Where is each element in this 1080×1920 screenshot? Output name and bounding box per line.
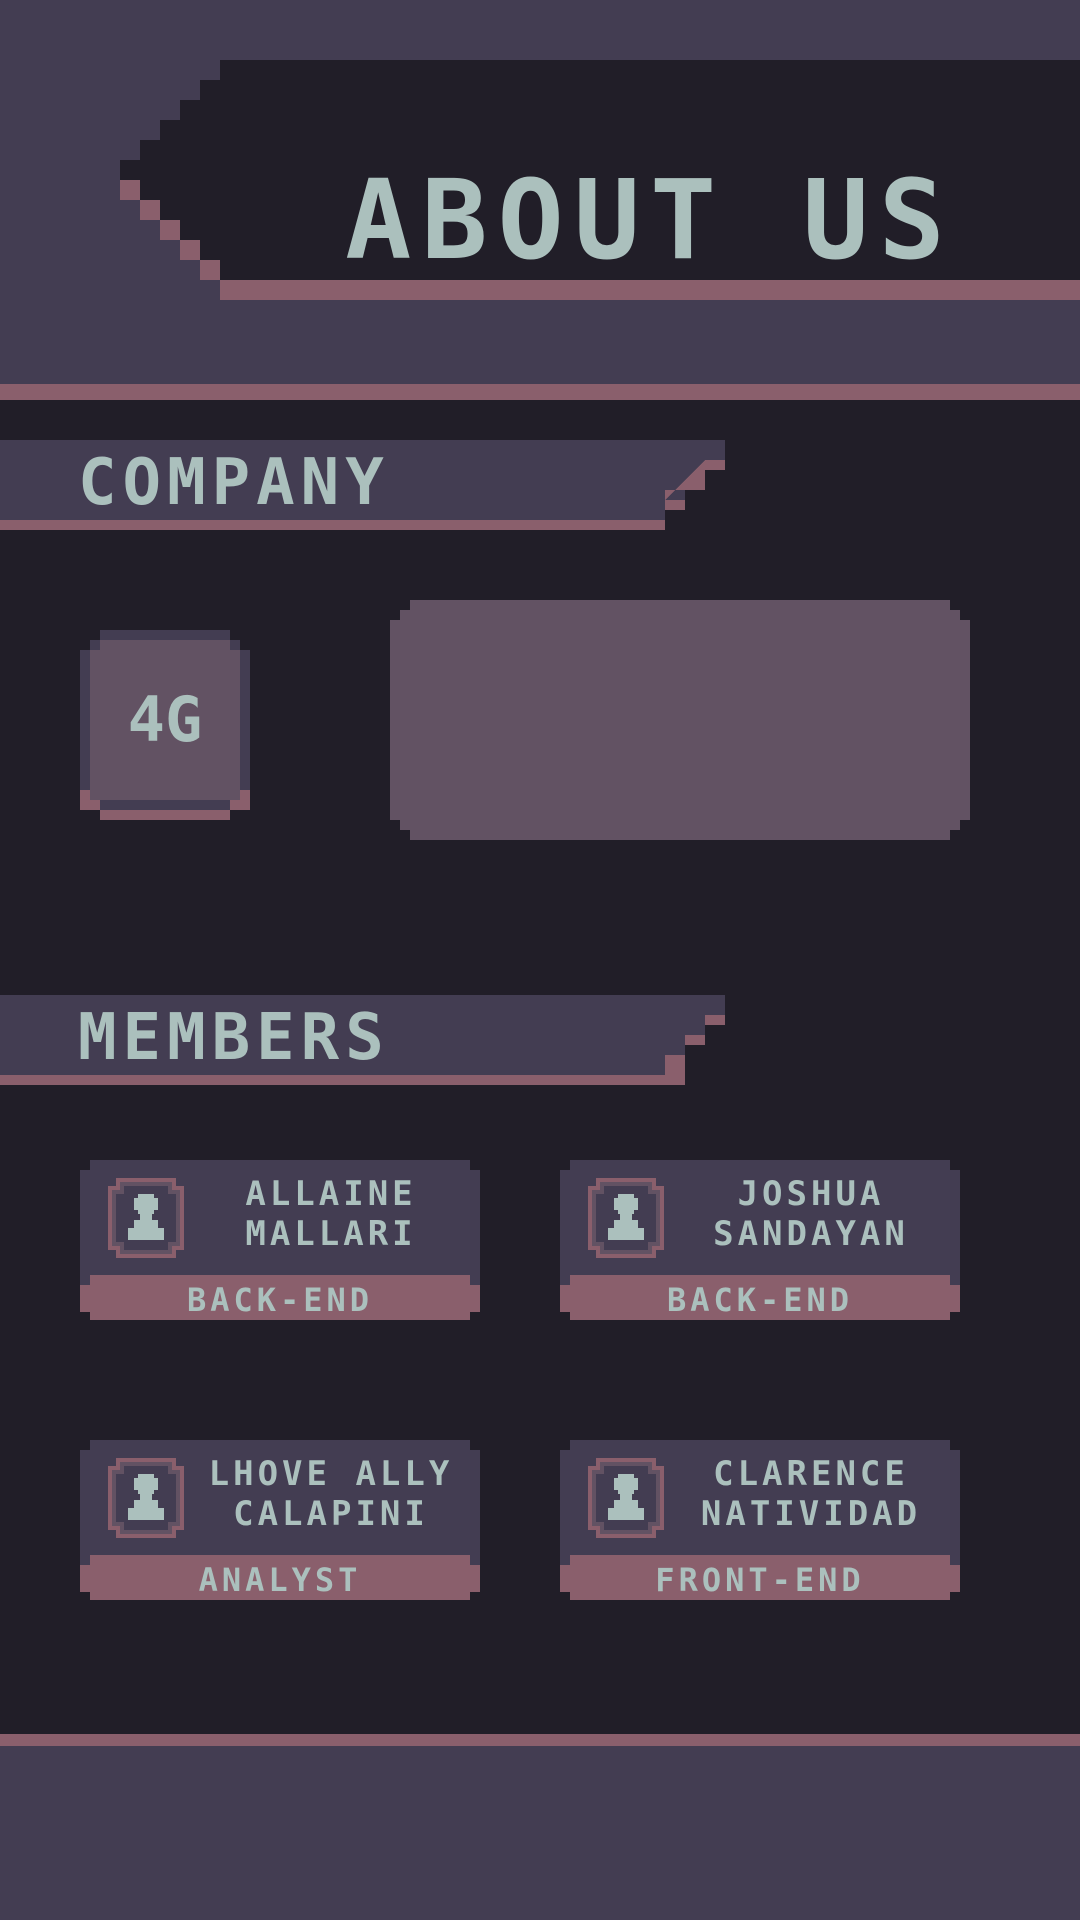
page-title: ABOUT US (345, 156, 955, 284)
person-icon (108, 1178, 184, 1258)
members-section-title: MEMBERS (78, 1001, 390, 1075)
member-role: ANALYST (198, 1561, 362, 1599)
footer-divider (0, 1734, 1080, 1746)
member-role: BACK-END (666, 1281, 854, 1319)
company-logo-text: 4G (127, 683, 203, 756)
member-first-name: ALLAINE (245, 1174, 417, 1214)
company-section-title: COMPANY (78, 446, 390, 520)
company-logo-badge: 4G (80, 630, 250, 820)
footer-band (0, 1746, 1080, 1920)
person-icon (108, 1458, 184, 1538)
member-card[interactable]: JOSHUA SANDAYAN BACK-END (560, 1160, 960, 1322)
member-last-name: MALLARI (245, 1214, 417, 1254)
member-name: JOSHUA SANDAYAN (668, 1174, 954, 1264)
person-icon (588, 1178, 664, 1258)
title-banner: ABOUT US (0, 60, 1080, 300)
member-first-name: LHOVE ALLY (208, 1454, 454, 1494)
member-first-name: JOSHUA (737, 1174, 885, 1214)
member-name: ALLAINE MALLARI (188, 1174, 474, 1264)
member-last-name: CALAPINI (233, 1494, 429, 1534)
member-card[interactable]: CLARENCE NATIVIDAD FRONT-END (560, 1440, 960, 1602)
member-card[interactable]: LHOVE ALLY CALAPINI ANALYST (80, 1440, 480, 1602)
company-description-box (390, 600, 970, 840)
member-card[interactable]: ALLAINE MALLARI BACK-END (80, 1160, 480, 1322)
member-name: CLARENCE NATIVIDAD (668, 1454, 954, 1544)
member-role: FRONT-END (655, 1561, 865, 1599)
header-divider (0, 384, 1080, 400)
company-section-header: COMPANY (0, 440, 730, 535)
member-first-name: CLARENCE (713, 1454, 909, 1494)
member-last-name: SANDAYAN (713, 1214, 909, 1254)
member-role: BACK-END (186, 1281, 374, 1319)
members-section-header: MEMBERS (0, 995, 730, 1090)
member-last-name: NATIVIDAD (700, 1494, 922, 1534)
member-name: LHOVE ALLY CALAPINI (188, 1454, 474, 1544)
person-icon (588, 1458, 664, 1538)
